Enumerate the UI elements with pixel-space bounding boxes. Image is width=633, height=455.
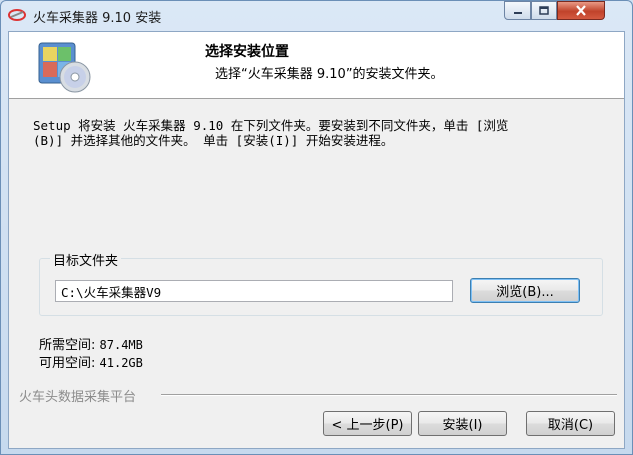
instructions-text: Setup 将安装 火车采集器 9.10 在下列文件夹。要安装到不同文件夹，单击… <box>33 118 613 148</box>
footer-divider <box>161 394 617 396</box>
page-subtitle: 选择“火车采集器 9.10”的安装文件夹。 <box>215 67 444 82</box>
destination-folder-label: 目标文件夹 <box>50 250 122 269</box>
installer-window: 火车采集器 9.10 安装 选择安装位置 选择“火车采集器 9.10”的安装文件… <box>0 0 633 455</box>
available-space: 可用空间: 41.2GB <box>39 352 143 371</box>
required-space-label: 所需空间: <box>39 338 96 353</box>
required-space: 所需空间: 87.4MB <box>39 334 143 353</box>
instructions-line-2: (B)] 并选择其他的文件夹。 单击 [安装(I)] 开始安装进程。 <box>33 133 394 148</box>
close-icon <box>576 5 586 16</box>
title-bar[interactable]: 火车采集器 9.10 安装 <box>1 1 632 31</box>
install-disc-icon <box>38 42 91 93</box>
window-title: 火车采集器 9.10 安装 <box>33 11 162 26</box>
app-logo-icon <box>8 9 26 21</box>
available-space-value: 41.2GB <box>99 356 143 370</box>
destination-folder-group: 目标文件夹 浏览(B)... <box>39 250 603 316</box>
minimize-icon <box>513 11 522 14</box>
maximize-icon <box>539 6 549 15</box>
close-button[interactable] <box>557 1 605 20</box>
back-button[interactable]: < 上一步(P) <box>323 411 412 436</box>
available-space-label: 可用空间: <box>39 356 96 371</box>
browse-button[interactable]: 浏览(B)... <box>470 278 580 303</box>
required-space-value: 87.4MB <box>99 338 143 352</box>
dialog-body: 选择安装位置 选择“火车采集器 9.10”的安装文件夹。 Setup 将安装 火… <box>8 31 625 449</box>
brand-text: 火车头数据采集平台 <box>19 390 137 405</box>
minimize-button[interactable] <box>504 1 531 20</box>
cancel-button[interactable]: 取消(C) <box>526 411 615 436</box>
destination-path-input[interactable] <box>55 280 453 302</box>
maximize-button[interactable] <box>531 1 557 20</box>
install-button[interactable]: 安装(I) <box>418 411 507 436</box>
page-title: 选择安装位置 <box>205 44 289 60</box>
instructions-line-1: Setup 将安装 火车采集器 9.10 在下列文件夹。要安装到不同文件夹，单击… <box>33 118 509 133</box>
header-banner: 选择安装位置 选择“火车采集器 9.10”的安装文件夹。 <box>9 32 624 99</box>
